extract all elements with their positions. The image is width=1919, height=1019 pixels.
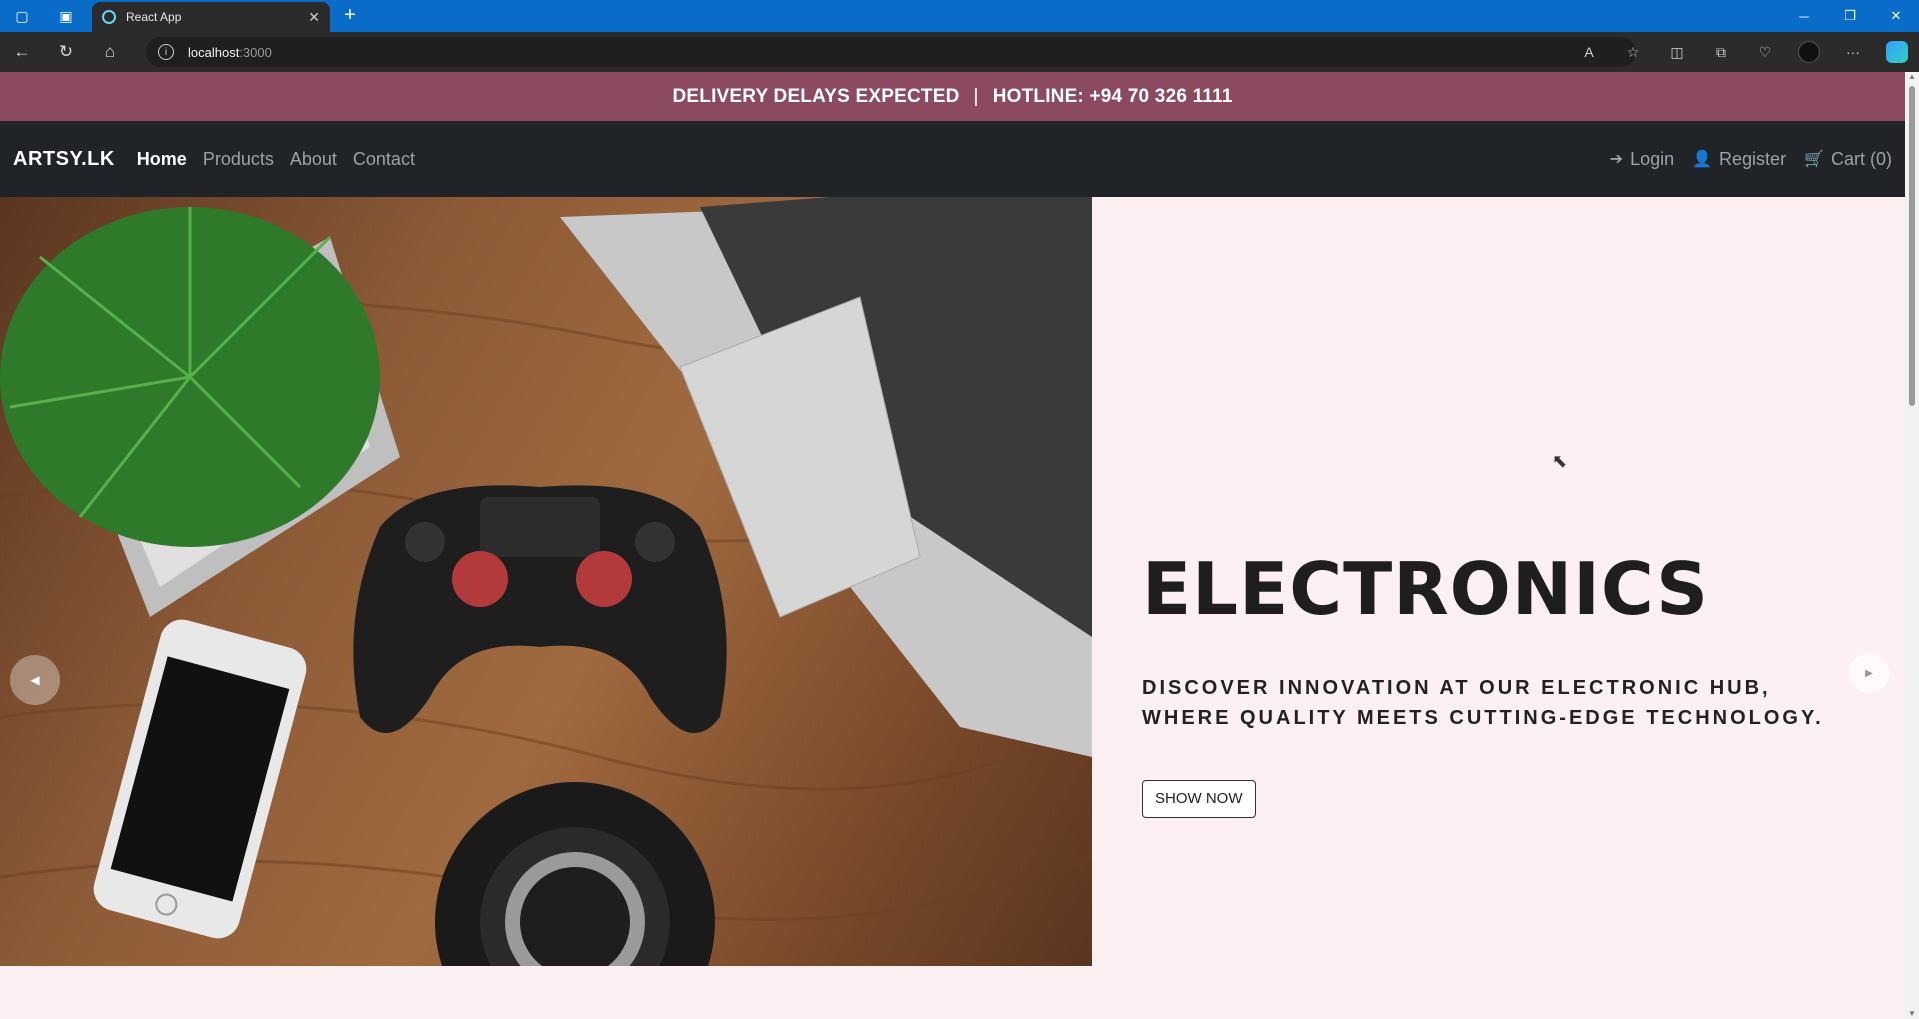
profile-avatar[interactable] (1787, 32, 1831, 72)
home-icon[interactable]: ⌂ (88, 32, 132, 72)
close-tab-icon[interactable]: ✕ (308, 9, 320, 26)
hero-photo-illustration (0, 197, 1092, 966)
nav-home[interactable]: Home (137, 149, 187, 170)
react-favicon-icon (102, 10, 116, 24)
announcement-separator: | (973, 85, 979, 107)
hero-carousel: ◀ ELECTRONICS DISCOVER INNOVATION AT OUR… (0, 197, 1905, 966)
scroll-down-icon[interactable]: ▼ (1907, 1009, 1917, 1019)
sign-in-icon: ➔ (1609, 151, 1624, 168)
nav-contact[interactable]: Contact (353, 149, 415, 170)
cart-icon: 🛒 (1804, 151, 1824, 168)
hero-title: ELECTRONICS (1142, 547, 1709, 631)
workspaces-icon[interactable]: ▢ (0, 0, 44, 32)
browser-tab[interactable]: React App ✕ (92, 2, 330, 32)
restore-icon[interactable]: ❐ (1827, 0, 1873, 32)
register-label: Register (1719, 148, 1787, 169)
browser-toolbar: ← ↻ ⌂ i localhost:3000 A ☆ ◫ ⧉ ♡ ··· (0, 32, 1919, 72)
more-menu-icon[interactable]: ··· (1831, 32, 1875, 72)
nav-about[interactable]: About (290, 149, 337, 170)
user-plus-icon: 👤 (1692, 151, 1713, 168)
carousel-next-button[interactable]: ▶ (1849, 653, 1889, 693)
cart-button[interactable]: 🛒 Cart (0) (1804, 149, 1892, 170)
web-page: DELIVERY DELAYS EXPECTED | HOTLINE: +94 … (0, 72, 1905, 1019)
nav-products[interactable]: Products (203, 149, 274, 170)
cart-label: Cart (0) (1830, 148, 1892, 169)
brand-logo[interactable]: ARTSY.LK (13, 148, 115, 171)
refresh-icon[interactable]: ↻ (44, 32, 88, 72)
show-now-button[interactable]: SHOW NOW (1142, 780, 1256, 818)
new-tab-button[interactable]: + (338, 4, 362, 27)
site-info-icon[interactable]: i (158, 44, 174, 60)
close-window-icon[interactable]: ✕ (1873, 0, 1919, 32)
delivery-notice: DELIVERY DELAYS EXPECTED (672, 85, 960, 107)
address-bar[interactable]: i localhost:3000 (146, 37, 1636, 67)
hero-description: DISCOVER INNOVATION AT OUR ELECTRONIC HU… (1142, 677, 1824, 729)
login-button[interactable]: ➔ Login (1610, 149, 1674, 170)
hotline: HOTLINE: +94 70 326 1111 (992, 85, 1233, 107)
tab-actions-icon[interactable]: ▣ (44, 0, 88, 32)
login-label: Login (1630, 148, 1675, 169)
copilot-icon[interactable] (1875, 32, 1919, 72)
hero-image: ◀ (0, 197, 1092, 966)
favorite-star-icon[interactable]: ☆ (1611, 32, 1655, 72)
register-button[interactable]: 👤 Register (1692, 149, 1786, 170)
carousel-prev-button[interactable]: ◀ (10, 655, 60, 705)
split-screen-icon[interactable]: ◫ (1655, 32, 1699, 72)
url-host: localhost (188, 44, 240, 60)
read-aloud-icon[interactable]: A (1567, 32, 1611, 72)
page-scrollbar[interactable]: ▲ ▼ (1905, 72, 1919, 1019)
mouse-cursor-icon: ⬉ (1552, 451, 1568, 471)
main-navbar: ARTSY.LK Home Products About Contact ➔ Lo… (0, 121, 1905, 197)
browser-titlebar: ▢ ▣ React App ✕ + ─ ❐ ✕ (0, 0, 1919, 32)
url-port: :3000 (239, 44, 272, 60)
extensions-icon[interactable]: ⧉ (1699, 32, 1743, 72)
back-icon[interactable]: ← (0, 32, 44, 72)
scroll-thumb[interactable] (1909, 86, 1915, 406)
hero-content: ELECTRONICS DISCOVER INNOVATION AT OUR E… (1092, 197, 1905, 966)
minimize-icon[interactable]: ─ (1781, 0, 1827, 32)
announcement-bar: DELIVERY DELAYS EXPECTED | HOTLINE: +94 … (0, 72, 1905, 121)
tab-title: React App (126, 10, 182, 24)
browser-essentials-icon[interactable]: ♡ (1743, 32, 1787, 72)
scroll-up-icon[interactable]: ▲ (1907, 72, 1917, 82)
